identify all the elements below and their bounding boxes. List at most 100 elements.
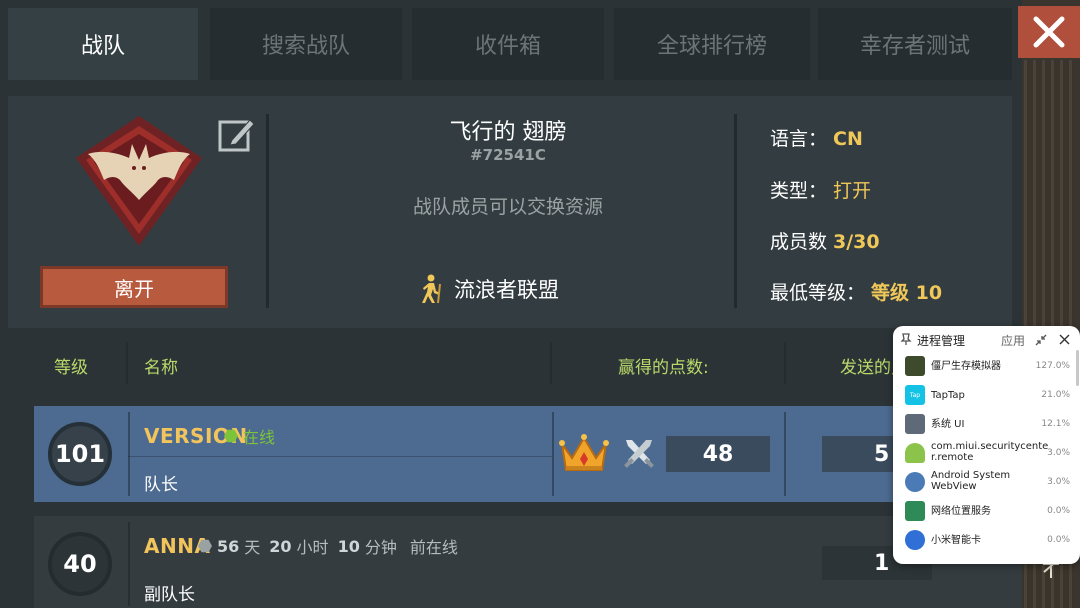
tab-survivor-test-label: 幸存者测试	[859, 34, 970, 59]
close-icon	[1033, 16, 1065, 48]
language-value: CN	[833, 128, 863, 150]
team-panel: 战队 搜索战队 收件箱 全球排行榜 幸存者测试 离开 飞行的 翅膀 #72541…	[0, 0, 1022, 608]
process-name: TapTap	[931, 390, 965, 401]
process-item[interactable]: 小米智能卡 0.0%	[893, 526, 1080, 554]
header-divider-left	[266, 114, 269, 308]
language-row: 语言： CN	[770, 124, 863, 151]
tab-inbox[interactable]: 收件箱	[412, 8, 604, 80]
tab-bar: 战队 搜索战队 收件箱 全球排行榜 幸存者测试	[8, 8, 1012, 80]
earned-points: 48	[666, 436, 770, 472]
min-level-value: 等级 10	[871, 282, 943, 304]
process-item[interactable]: 网络位置服务 0.0%	[893, 497, 1080, 525]
member-row-anna[interactable]: 40 ANNA 56 天 20 小时 10 分钟 前在线 副队长 1	[34, 516, 1022, 608]
pin-icon[interactable]	[900, 333, 912, 346]
edit-icon[interactable]	[216, 114, 256, 154]
member-row-version[interactable]: 101 VERSION 在线 队长 48 5	[34, 406, 1022, 502]
game-icon	[905, 356, 925, 376]
team-id: #72541C	[470, 146, 546, 164]
close-popup-icon[interactable]	[1059, 334, 1070, 345]
row-separator	[128, 412, 130, 496]
process-percent: 3.0%	[1047, 448, 1070, 458]
process-item[interactable]: com.miui.securitycenter.remote 3.0%	[893, 439, 1080, 467]
column-separator	[550, 342, 552, 384]
status-minutes-unit: 分钟	[364, 538, 397, 557]
leave-team-button[interactable]: 离开	[40, 266, 228, 308]
wanderer-icon	[422, 274, 441, 304]
process-manager-popup: 进程管理 应用 僵尸生存模拟器 127.0% Tap TapTap 21.0% …	[893, 326, 1080, 564]
process-percent: 127.0%	[1035, 361, 1070, 371]
collapse-icon[interactable]	[1035, 334, 1047, 346]
team-description: 战队成员可以交换资源	[412, 196, 603, 218]
process-percent: 3.0%	[1047, 477, 1070, 487]
alliance-label: 流浪者联盟	[418, 274, 559, 304]
column-separator	[126, 342, 128, 384]
tab-search-team-label: 搜索战队	[261, 34, 350, 59]
row-separator	[128, 522, 130, 606]
row-inner-divider	[128, 456, 552, 457]
process-percent: 12.1%	[1041, 419, 1070, 429]
last-online-status: 56 天 20 小时 10 分钟 前在线	[198, 534, 458, 558]
close-button[interactable]	[1018, 6, 1080, 58]
member-level: 40	[63, 550, 97, 578]
process-item[interactable]: 僵尸生存模拟器 127.0%	[893, 352, 1080, 380]
tab-global-leaderboard[interactable]: 全球排行榜	[614, 8, 810, 80]
member-table-header: 等级 名称 赢得的点数: 发送的点	[0, 338, 1022, 390]
type-label: 类型：	[770, 180, 828, 202]
team-name: 飞行的 翅膀	[449, 120, 567, 145]
process-percent: 0.0%	[1047, 506, 1070, 516]
header-divider-right	[734, 114, 737, 308]
member-role: 队长	[144, 475, 178, 495]
taptap-icon: Tap	[905, 385, 925, 405]
webview-gear-icon	[905, 472, 925, 492]
row-separator	[784, 412, 786, 496]
online-status: 在线	[224, 424, 275, 448]
type-row: 类型： 打开	[770, 176, 871, 203]
process-manager-title: 进程管理	[917, 334, 966, 348]
process-manager-apply[interactable]: 应用	[1001, 332, 1025, 349]
member-level-badge: 101	[48, 422, 112, 486]
min-level-label: 最低等级：	[770, 282, 866, 304]
process-name: 系统 UI	[931, 419, 965, 430]
status-hours-value: 20	[269, 536, 292, 556]
process-name: com.miui.securitycenter.remote	[931, 441, 1049, 463]
min-level-row: 最低等级： 等级 10	[770, 278, 942, 305]
column-separator	[784, 342, 786, 384]
row-separator	[552, 412, 554, 496]
member-role: 副队长	[144, 585, 195, 605]
tab-global-leaderboard-label: 全球排行榜	[656, 34, 767, 59]
team-header-card: 离开 飞行的 翅膀 #72541C 战队成员可以交换资源 流浪者联盟 语言： CN…	[8, 96, 1012, 328]
offline-dot-icon	[198, 539, 212, 553]
members-label: 成员数	[770, 231, 828, 253]
status-days-value: 56	[217, 536, 240, 556]
online-status-text: 在线	[243, 428, 276, 447]
members-value: 3/30	[833, 231, 880, 253]
process-item[interactable]: 系统 UI 12.1%	[893, 410, 1080, 438]
earned-points-value: 48	[702, 441, 734, 467]
member-level-badge: 40	[48, 532, 112, 596]
status-minutes-value: 10	[337, 536, 360, 556]
process-name: 网络位置服务	[931, 506, 991, 517]
status-hours-unit: 小时	[296, 538, 329, 557]
status-days-unit: 天	[244, 538, 261, 557]
system-ui-icon	[905, 414, 925, 434]
process-percent: 21.0%	[1041, 390, 1070, 400]
leave-team-label: 离开	[114, 276, 154, 301]
sent-points-value: 5	[874, 441, 890, 467]
column-earned-points: 赢得的点数:	[618, 358, 709, 378]
tab-search-team[interactable]: 搜索战队	[210, 8, 402, 80]
nfc-icon	[905, 530, 925, 550]
sent-points-value: 1	[874, 550, 890, 576]
process-name: 小米智能卡	[931, 535, 981, 546]
process-item[interactable]: Tap TapTap 21.0%	[893, 381, 1080, 409]
process-percent: 0.0%	[1047, 535, 1070, 545]
android-green-icon	[905, 501, 925, 521]
online-dot-icon	[224, 429, 238, 443]
process-name: Android System WebView	[931, 470, 1011, 492]
member-level: 101	[54, 440, 106, 468]
alliance-name: 流浪者联盟	[454, 278, 559, 302]
members-row: 成员数 3/30	[770, 227, 880, 254]
tab-team[interactable]: 战队	[8, 8, 198, 80]
tab-survivor-test[interactable]: 幸存者测试	[818, 8, 1012, 80]
bat-emblem-icon	[76, 116, 202, 246]
process-item[interactable]: Android System WebView 3.0%	[893, 468, 1080, 496]
